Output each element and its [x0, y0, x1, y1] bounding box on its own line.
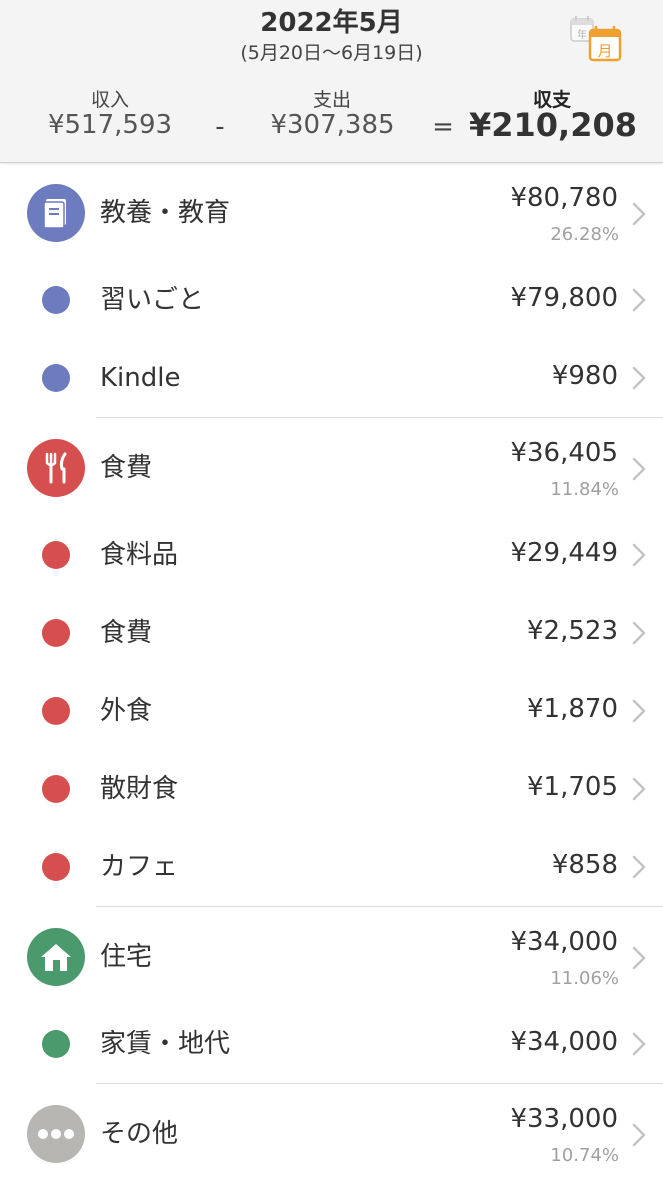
subcategory-amount: ¥1,705 [527, 772, 618, 802]
category-icon-bg [27, 439, 85, 497]
calendar-toggle-button[interactable]: 年 月 [568, 14, 624, 64]
book-icon [43, 199, 66, 229]
category-icon-bg [27, 184, 85, 242]
category-percent: 11.06% [550, 968, 619, 989]
chevron-right-icon [632, 543, 646, 567]
income-label: 収入 [90, 89, 129, 111]
category-color-dot [42, 364, 70, 392]
subcategory-amount: ¥858 [551, 850, 618, 880]
subcategory-amount: ¥1,870 [527, 694, 618, 724]
subcategory-amount: ¥29,449 [510, 538, 618, 568]
chevron-right-icon [632, 699, 646, 723]
expense-value: ¥307,385 [270, 110, 395, 140]
category-amount: ¥80,780 [510, 183, 618, 213]
subcategory-name: 食料品 [100, 540, 179, 570]
category-color-dot [42, 853, 70, 881]
category-amount: ¥34,000 [510, 927, 618, 957]
category-row-housing[interactable]: 住宅 ¥34,000 11.06% [0, 907, 663, 1005]
category-amount: ¥33,000 [510, 1104, 618, 1134]
chevron-right-icon [632, 457, 646, 481]
category-percent: 10.74% [550, 1145, 619, 1166]
fork-knife-icon [45, 452, 67, 484]
chevron-right-icon [632, 621, 646, 645]
subcategory-name: 散財食 [100, 774, 179, 804]
balance-value: ¥210,208 [468, 106, 637, 144]
subcategory-name: カフェ [100, 852, 179, 882]
chevron-right-icon [632, 1123, 646, 1147]
subcategory-amount: ¥34,000 [510, 1027, 618, 1057]
category-row-education[interactable]: 教養・教育 ¥80,780 26.28% [0, 163, 663, 261]
chevron-right-icon [632, 855, 646, 879]
house-icon [41, 944, 71, 971]
calendar-icon: 年 月 [570, 16, 622, 62]
category-percent: 26.28% [550, 224, 619, 245]
subcategory-row[interactable]: 食費 ¥2,523 [0, 594, 663, 672]
category-color-dot [42, 619, 70, 647]
subcategory-row[interactable]: 外食 ¥1,870 [0, 672, 663, 750]
subcategory-row[interactable]: 食料品 ¥29,449 [0, 516, 663, 594]
category-list: 教養・教育 ¥80,780 26.28% 習いごと ¥79,800 Kindle… [0, 163, 663, 1182]
subcategory-amount: ¥980 [551, 361, 618, 391]
income-value: ¥517,593 [47, 110, 173, 140]
subcategory-amount: ¥79,800 [510, 283, 618, 313]
category-icon-bg [27, 1105, 85, 1163]
equal-sign: = [432, 112, 454, 142]
subcategory-row[interactable]: Kindle ¥980 [0, 339, 663, 417]
category-row-other[interactable]: その他 ¥33,000 10.74% [0, 1084, 663, 1182]
month-title[interactable]: 2022年5月 [0, 2, 663, 39]
chevron-right-icon [632, 946, 646, 970]
subcategory-row[interactable]: 家賃・地代 ¥34,000 [0, 1005, 663, 1083]
category-color-dot [42, 286, 70, 314]
chevron-right-icon [632, 202, 646, 226]
category-name: 食費 [100, 453, 153, 483]
date-range: (5月20日〜6月19日) [240, 42, 423, 64]
category-name: 住宅 [100, 942, 153, 972]
category-color-dot [42, 1030, 70, 1058]
category-color-dot [42, 541, 70, 569]
category-row-food[interactable]: 食費 ¥36,405 11.84% [0, 418, 663, 516]
chevron-right-icon [632, 366, 646, 390]
subcategory-amount: ¥2,523 [527, 616, 618, 646]
category-name: その他 [100, 1119, 179, 1149]
category-name: 教養・教育 [100, 198, 231, 228]
subcategory-row[interactable]: 散財食 ¥1,705 [0, 750, 663, 828]
category-amount: ¥36,405 [510, 438, 618, 468]
category-percent: 11.84% [550, 479, 619, 500]
category-icon-bg [27, 928, 85, 986]
chevron-right-icon [632, 1032, 646, 1056]
subcategory-row[interactable]: 習いごと ¥79,800 [0, 261, 663, 339]
category-color-dot [42, 775, 70, 803]
chevron-right-icon [632, 777, 646, 801]
chevron-right-icon [632, 288, 646, 312]
minus-sign: - [215, 112, 225, 142]
more-dots-icon [38, 1129, 74, 1139]
expense-label: 支出 [312, 89, 351, 111]
subcategory-row[interactable]: カフェ ¥858 [0, 828, 663, 906]
summary-header: 2022年5月 (5月20日〜6月19日) 年 月 収入 ¥517,593 - … [0, 0, 663, 163]
subcategory-name: 習いごと [100, 285, 205, 315]
category-color-dot [42, 697, 70, 725]
svg-text:月: 月 [597, 42, 612, 60]
subcategory-name: 外食 [100, 696, 153, 726]
svg-text:年: 年 [577, 28, 587, 41]
subcategory-name: Kindle [100, 363, 181, 393]
subcategory-name: 家賃・地代 [100, 1029, 231, 1059]
subcategory-name: 食費 [100, 618, 153, 648]
